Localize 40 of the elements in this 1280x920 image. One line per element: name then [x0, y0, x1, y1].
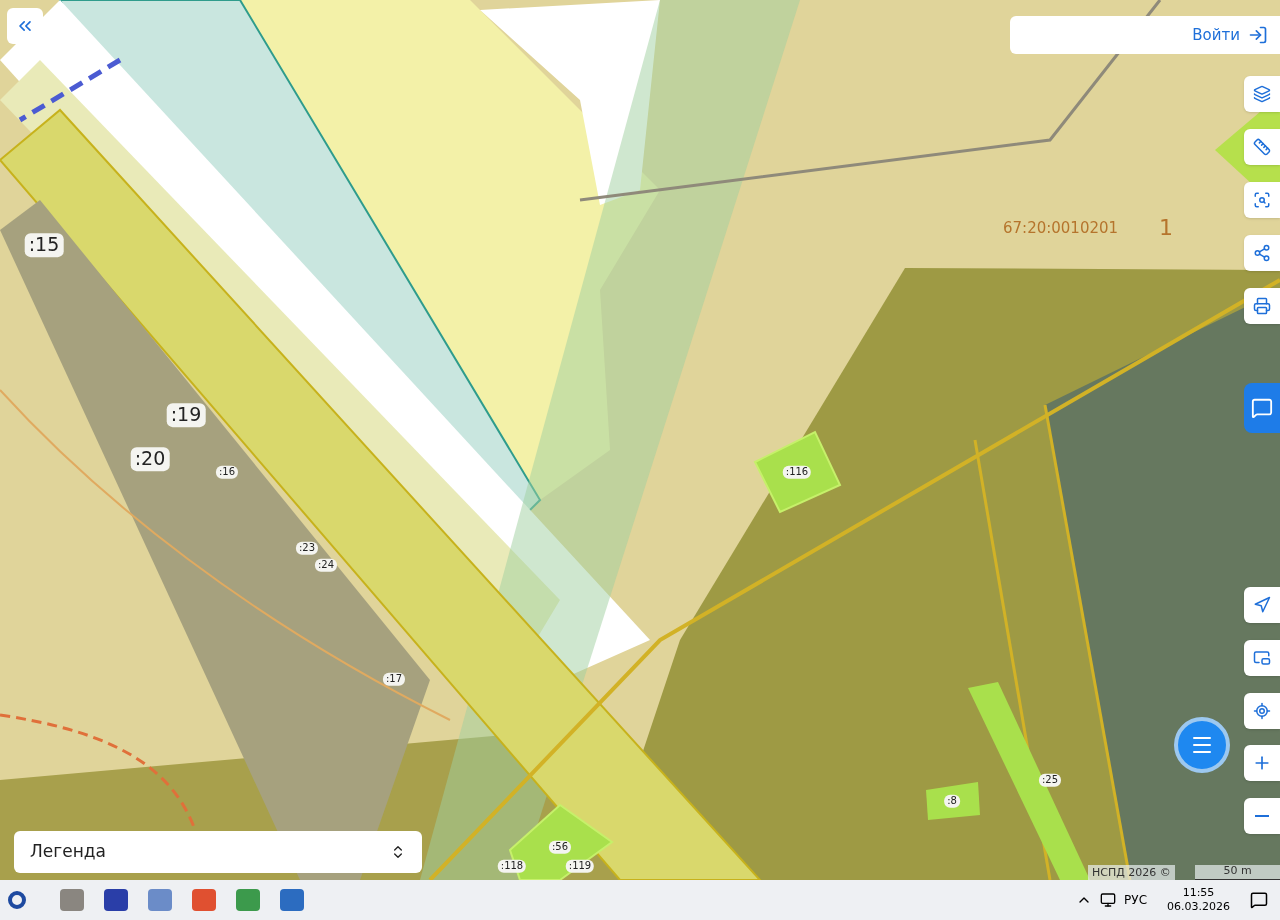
ruler-button[interactable] [1244, 129, 1280, 165]
clock-time[interactable]: 11:55 [1182, 886, 1215, 900]
map-attribution: НСПД 2026 © [1088, 865, 1175, 880]
parcel-label: :19 [166, 403, 206, 427]
minimap-icon [1253, 649, 1271, 667]
scale-bar: 50 m [1195, 865, 1280, 880]
parcel-label: :20 [130, 447, 170, 471]
app-badge-button[interactable] [1244, 383, 1280, 433]
parcel-label: :15 [24, 233, 64, 257]
layers-button[interactable] [1244, 76, 1280, 112]
speech-bubble-icon [1251, 397, 1273, 419]
language-indicator[interactable]: РУС [1124, 891, 1147, 909]
taskbar-app-icon[interactable] [192, 889, 216, 911]
app-logo-icon[interactable] [8, 891, 26, 909]
share-button[interactable] [1244, 235, 1280, 271]
layers-icon [1253, 85, 1271, 103]
clock-date[interactable]: 06.03.2026 [1167, 900, 1230, 914]
taskbar-app-icon[interactable] [104, 889, 128, 911]
zoom-out-button[interactable] [1244, 798, 1280, 834]
zone-number: 1 [1159, 214, 1173, 242]
cadastral-block-number: 67:20:0010201 [1003, 218, 1119, 239]
locate-button[interactable] [1244, 587, 1280, 623]
target-icon [1253, 702, 1271, 720]
notifications-icon [1250, 891, 1268, 909]
area-search-icon [1253, 191, 1271, 209]
network-icon [1100, 892, 1117, 908]
zoom-in-button[interactable] [1244, 745, 1280, 781]
navigation-arrow-icon [1253, 596, 1271, 614]
login-button[interactable]: Войти [1010, 16, 1280, 54]
minus-icon [1255, 815, 1269, 817]
print-icon [1253, 297, 1271, 315]
ruler-icon [1253, 138, 1271, 156]
print-button[interactable] [1244, 288, 1280, 324]
login-icon [1248, 25, 1268, 45]
minimap-button[interactable] [1244, 640, 1280, 676]
taskbar-app-icon[interactable] [280, 889, 304, 911]
geolocation-button[interactable] [1244, 693, 1280, 729]
legend-dropdown[interactable]: Легенда [14, 831, 422, 873]
share-icon [1253, 244, 1271, 262]
area-search-button[interactable] [1244, 182, 1280, 218]
